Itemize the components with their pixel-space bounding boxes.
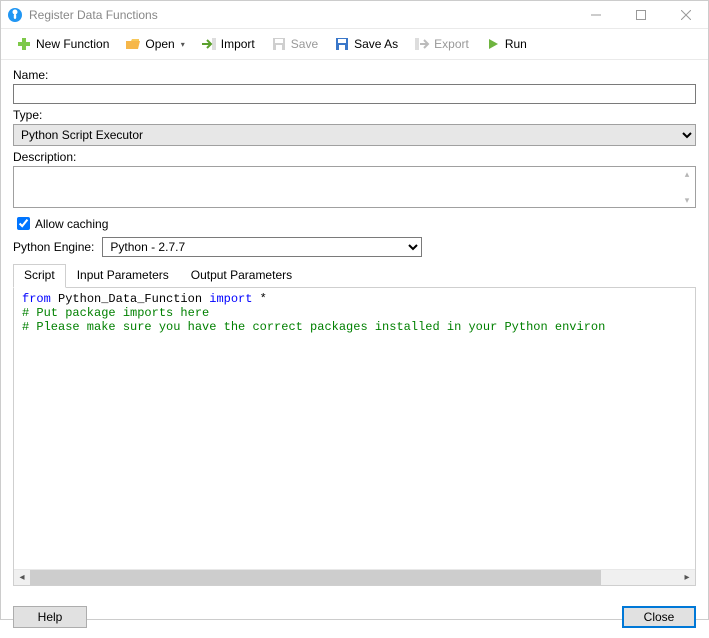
name-input[interactable] <box>13 84 696 104</box>
scrollbar-track[interactable] <box>30 570 679 585</box>
description-input[interactable] <box>14 167 679 207</box>
comment-line: # Put package imports here <box>22 306 209 320</box>
scroll-left-icon: ◂ <box>14 570 30 586</box>
run-button[interactable]: Run <box>478 33 534 55</box>
import-star: * <box>252 292 266 306</box>
python-engine-select[interactable]: Python - 2.7.7 <box>102 237 422 257</box>
new-function-button[interactable]: New Function <box>9 33 116 55</box>
folder-open-icon <box>125 36 141 52</box>
script-editor[interactable]: from Python_Data_Function import * # Put… <box>14 288 695 569</box>
save-button[interactable]: Save <box>264 33 325 55</box>
dropdown-arrow-icon: ▾ <box>181 40 185 49</box>
run-label: Run <box>505 37 527 51</box>
export-label: Export <box>434 37 469 51</box>
keyword-import: import <box>209 292 252 306</box>
module-name: Python_Data_Function <box>51 292 209 306</box>
save-label: Save <box>291 37 318 51</box>
open-button[interactable]: Open ▾ <box>118 33 191 55</box>
scroll-up-icon: ▴ <box>679 167 695 181</box>
description-scrollbar[interactable]: ▴ ▾ <box>679 167 695 207</box>
name-label: Name: <box>13 68 696 82</box>
allow-caching-label: Allow caching <box>35 217 108 231</box>
allow-caching-checkbox[interactable] <box>17 217 30 230</box>
keyword-from: from <box>22 292 51 306</box>
toolbar: New Function Open ▾ Import Save Save As … <box>1 29 708 60</box>
editor-horizontal-scrollbar[interactable]: ◂ ▸ <box>14 569 695 585</box>
save-icon <box>271 36 287 52</box>
save-as-button[interactable]: Save As <box>327 33 405 55</box>
app-icon <box>7 7 23 23</box>
minimize-button[interactable] <box>573 1 618 28</box>
new-function-label: New Function <box>36 37 109 51</box>
tab-output-parameters[interactable]: Output Parameters <box>180 264 303 288</box>
tabstrip: Script Input Parameters Output Parameter… <box>13 263 696 288</box>
tab-input-parameters[interactable]: Input Parameters <box>66 264 180 288</box>
close-button[interactable]: Close <box>622 606 696 628</box>
close-window-button[interactable] <box>663 1 708 28</box>
help-button[interactable]: Help <box>13 606 87 628</box>
type-select[interactable]: Python Script Executor <box>13 124 696 146</box>
save-as-icon <box>334 36 350 52</box>
scrollbar-thumb[interactable] <box>30 570 601 585</box>
play-icon <box>485 36 501 52</box>
python-engine-label: Python Engine: <box>13 240 94 254</box>
scroll-right-icon: ▸ <box>679 570 695 586</box>
save-as-label: Save As <box>354 37 398 51</box>
maximize-button[interactable] <box>618 1 663 28</box>
tab-script[interactable]: Script <box>13 264 66 288</box>
import-arrow-icon <box>201 36 217 52</box>
open-label: Open <box>145 37 174 51</box>
import-button[interactable]: Import <box>194 33 262 55</box>
import-label: Import <box>221 37 255 51</box>
window-title: Register Data Functions <box>29 8 573 22</box>
export-button[interactable]: Export <box>407 33 476 55</box>
plus-icon <box>16 36 32 52</box>
export-arrow-icon <box>414 36 430 52</box>
description-label: Description: <box>13 150 696 164</box>
comment-line: # Please make sure you have the correct … <box>22 320 605 334</box>
type-label: Type: <box>13 108 696 122</box>
scroll-down-icon: ▾ <box>679 193 695 207</box>
